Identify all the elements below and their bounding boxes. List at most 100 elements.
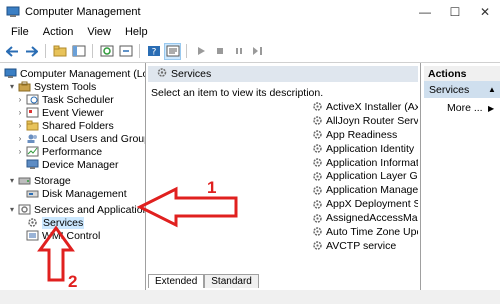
play-icon [197, 47, 205, 55]
gear-icon [312, 171, 323, 182]
window-title: Computer Management [25, 5, 141, 18]
refresh-button[interactable] [98, 43, 115, 60]
service-row[interactable]: Auto Time Zone Upc [312, 225, 418, 239]
service-name: AllJoyn Router Servic [326, 114, 418, 127]
menu-bar: File Action View Help [0, 23, 500, 41]
expand-chevron-icon[interactable]: › [16, 132, 24, 145]
forward-button[interactable] [23, 43, 40, 60]
tree-item-wmi-control[interactable]: WMI Control [24, 229, 100, 242]
export-icon [119, 45, 132, 57]
pause-service-button[interactable] [230, 43, 247, 60]
expand-chevron-icon[interactable]: › [16, 119, 24, 132]
tree-item-local-users[interactable]: › Local Users and Groups [16, 132, 145, 145]
back-arrow-icon [6, 45, 18, 57]
tree-item-label: Performance [42, 145, 103, 158]
annotation-label-1: 1 [207, 178, 216, 197]
minimize-button[interactable]: — [410, 0, 440, 23]
gear-icon [312, 129, 323, 140]
menu-view[interactable]: View [80, 26, 118, 38]
service-row[interactable]: AppX Deployment S [312, 197, 418, 211]
service-name: Application Manage [326, 184, 418, 197]
tree-item-label: System Tools [34, 80, 97, 93]
toolbar-separator [92, 44, 93, 58]
tree-item-system-tools[interactable]: ▾ System Tools [8, 80, 96, 93]
toolbox-icon [18, 81, 31, 92]
service-row[interactable]: AVCTP service [312, 239, 418, 253]
users-icon [26, 133, 39, 144]
collapse-chevron-icon[interactable]: ▾ [8, 80, 16, 93]
service-row[interactable]: AllJoyn Router Servic [312, 114, 418, 128]
gear-icon [312, 115, 323, 126]
tree-item-storage[interactable]: ▾ Storage [8, 174, 71, 187]
tree-item-shared-folders[interactable]: › Shared Folders [16, 119, 114, 132]
close-button[interactable]: ✕ [470, 0, 500, 23]
menu-help[interactable]: Help [118, 26, 155, 38]
tree-item-label: Task Scheduler [42, 93, 114, 106]
tree-item-disk-management[interactable]: Disk Management [24, 187, 127, 200]
menu-action[interactable]: Action [36, 26, 81, 38]
tree-item-label: Disk Management [42, 187, 127, 200]
device-manager-icon [26, 159, 39, 170]
gear-icon [312, 199, 323, 210]
tab-extended[interactable]: Extended [148, 274, 205, 288]
gear-icon [312, 157, 323, 168]
tree-item-device-manager[interactable]: Device Manager [24, 158, 118, 171]
tree-item-event-viewer[interactable]: › Event Viewer [16, 106, 104, 119]
show-hide-tree-button[interactable] [70, 43, 87, 60]
folder-up-icon [53, 45, 66, 57]
service-row[interactable]: App Readiness [312, 128, 418, 142]
stop-service-button[interactable] [211, 43, 228, 60]
tree-splitter[interactable] [145, 63, 146, 290]
export-list-button[interactable] [117, 43, 134, 60]
service-row[interactable]: Application Informat [312, 156, 418, 170]
tree-item-services-and-applications[interactable]: ▾ Services and Applications [8, 203, 145, 216]
help-button[interactable]: ? [145, 43, 162, 60]
expand-chevron-icon[interactable]: › [16, 145, 24, 158]
back-button[interactable] [4, 43, 21, 60]
service-row[interactable]: Application Manage [312, 183, 418, 197]
start-service-button[interactable] [192, 43, 209, 60]
service-row[interactable]: ActiveX Installer (Axl [312, 100, 418, 114]
collapse-chevron-icon[interactable]: ▾ [8, 203, 16, 216]
service-name: Application Identity [326, 142, 415, 155]
expand-chevron-icon[interactable]: › [16, 93, 24, 106]
wmi-control-icon [26, 230, 39, 241]
gear-icon [312, 101, 323, 112]
service-name: AppX Deployment S [326, 198, 418, 211]
tree-item-performance[interactable]: › Performance [16, 145, 102, 158]
menu-file[interactable]: File [4, 26, 36, 38]
maximize-button[interactable]: ☐ [440, 0, 470, 23]
actions-splitter[interactable] [420, 63, 421, 290]
computer-management-icon [4, 68, 17, 79]
tree-item-root[interactable]: Computer Management (Local [2, 67, 145, 80]
refresh-icon [100, 45, 113, 57]
more-actions-link[interactable]: More ... [447, 102, 483, 114]
restart-service-button[interactable] [249, 43, 266, 60]
properties-button[interactable] [164, 42, 181, 60]
tree-item-services[interactable]: Services [24, 216, 85, 229]
tree-item-label: Services and Applications [34, 203, 145, 216]
submenu-arrow-icon[interactable]: ▶ [488, 104, 494, 113]
tab-standard[interactable]: Standard [204, 274, 259, 288]
service-row[interactable]: Application Layer Ga [312, 169, 418, 183]
service-name: ActiveX Installer (Axl [326, 100, 418, 113]
collapse-arrow-icon[interactable]: ▲ [488, 85, 496, 94]
expand-chevron-icon[interactable]: › [16, 106, 24, 119]
service-name: AssignedAccessMan [326, 212, 418, 225]
gear-icon [312, 213, 323, 224]
service-row[interactable]: Application Identity [312, 142, 418, 156]
gear-icon [312, 240, 323, 251]
gear-icon [26, 217, 39, 228]
collapse-chevron-icon[interactable]: ▾ [8, 174, 16, 187]
service-row[interactable]: AssignedAccessMan [312, 211, 418, 225]
clock-icon [26, 94, 39, 105]
shared-folder-icon [26, 120, 39, 131]
svg-text:?: ? [151, 48, 156, 58]
tree-item-task-scheduler[interactable]: › Task Scheduler [16, 93, 114, 106]
storage-icon [18, 175, 31, 186]
gear-icon [312, 185, 323, 196]
tree-item-label: Event Viewer [42, 106, 104, 119]
up-one-level-button[interactable] [51, 43, 68, 60]
console-tree: Computer Management (Local ▾ System Tool… [0, 63, 145, 290]
toolbar: ? [0, 41, 500, 61]
